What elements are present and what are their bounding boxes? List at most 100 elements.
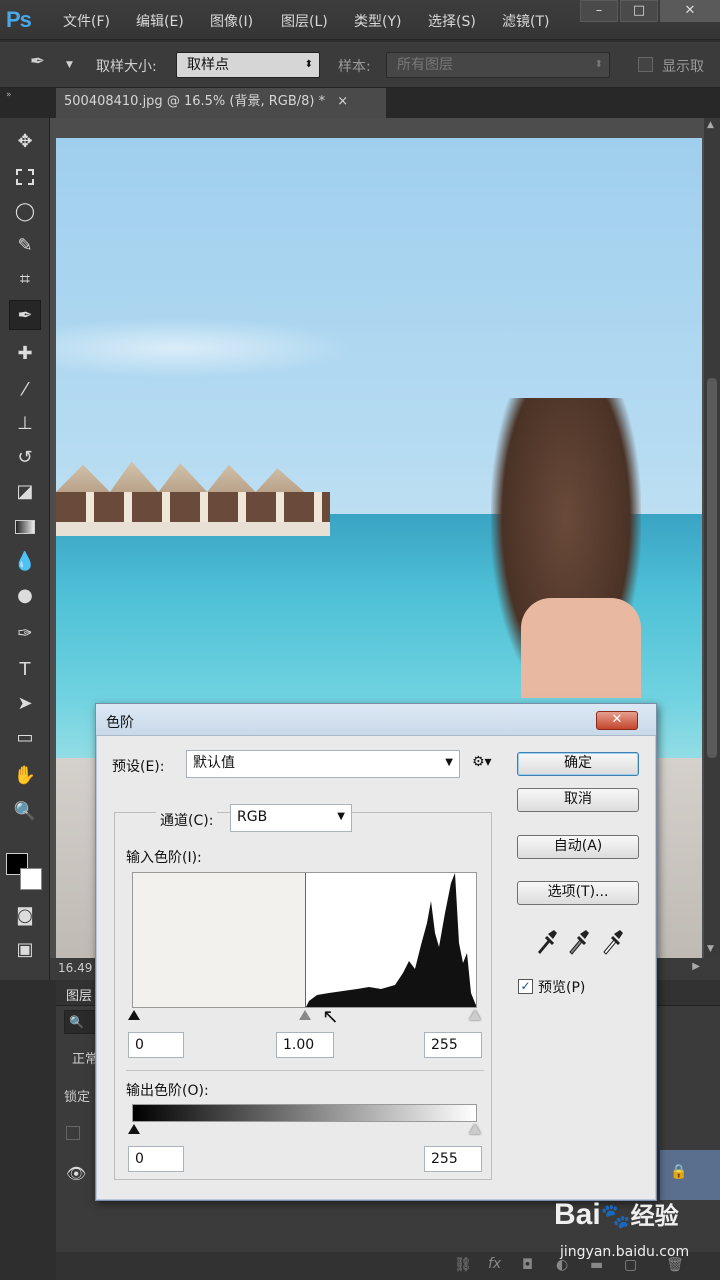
cloud: [56, 318, 356, 378]
path-selection-tool-icon[interactable]: ➤: [9, 688, 41, 718]
vertical-scrollbar[interactable]: ▲ ▼: [704, 118, 720, 958]
tools-panel: ✥ ◯ ✎ ⌗ ✒ ✚ ⁄ ⊥ ↺ ◪ 💧 ● ✑ T ➤ ▭ ✋ 🔍 ◙ ▣: [0, 118, 50, 980]
lasso-tool-icon[interactable]: ◯: [9, 196, 41, 226]
tab-close-icon[interactable]: ×: [337, 94, 348, 109]
marquee-tool-icon[interactable]: [9, 162, 41, 192]
input-white-field[interactable]: 255: [424, 1032, 482, 1058]
layer-selected-highlight: 🔒: [660, 1150, 720, 1200]
history-brush-tool-icon[interactable]: ↺: [9, 442, 41, 472]
document-tab[interactable]: 500408410.jpg @ 16.5% (背景, RGB/8) * ×: [56, 88, 386, 118]
zoom-readout[interactable]: 16.49: [58, 961, 92, 975]
options-button[interactable]: 选项(T)...: [517, 881, 639, 905]
scroll-up-icon[interactable]: ▲: [707, 120, 714, 130]
zoom-tool-icon[interactable]: 🔍: [9, 796, 41, 826]
document-tab-bar: » 500408410.jpg @ 16.5% (背景, RGB/8) * ×: [0, 88, 720, 118]
show-ring-checkbox[interactable]: [638, 57, 653, 72]
preview-checkbox[interactable]: ✓: [518, 979, 533, 994]
brush-tool-icon[interactable]: ⁄: [9, 374, 41, 404]
layer-checkbox[interactable]: [66, 1126, 80, 1140]
preview-label: 预览(P): [538, 980, 586, 996]
mouse-cursor-icon: ↖: [322, 1004, 339, 1028]
healing-brush-tool-icon[interactable]: ✚: [9, 338, 41, 368]
output-white-slider[interactable]: [469, 1124, 481, 1134]
output-black-slider[interactable]: [128, 1124, 140, 1134]
menu-layer[interactable]: 图层(L): [281, 11, 328, 31]
dialog-title: 色阶: [106, 715, 134, 731]
baidu-watermark: Bai🐾经验 jingyan.baidu.com: [554, 1196, 714, 1276]
lock-label: 锁定: [64, 1090, 91, 1105]
panel-collapse-icon[interactable]: »: [6, 90, 12, 100]
rectangle-tool-icon[interactable]: ▭: [9, 722, 41, 752]
scrollbar-thumb[interactable]: [707, 378, 717, 758]
tool-preset-chevron-icon[interactable]: ▼: [66, 60, 73, 70]
input-gamma-slider[interactable]: [299, 1010, 311, 1020]
output-gradient: [132, 1104, 477, 1122]
gradient-tool-icon[interactable]: [9, 512, 41, 542]
menu-bar: Ps 文件(F) 编辑(E) 图像(I) 图层(L) 类型(Y) 选择(S) 滤…: [0, 0, 720, 40]
input-levels-label: 输入色阶(I):: [126, 850, 202, 866]
status-arrow-icon[interactable]: ▶: [692, 961, 700, 972]
chevron-down-icon: ▼: [337, 811, 345, 822]
ps-logo: Ps: [6, 7, 32, 32]
preset-value: 默认值: [193, 755, 235, 771]
preset-label: 预设(E):: [112, 759, 165, 775]
input-black-field[interactable]: 0: [128, 1032, 184, 1058]
output-black-field[interactable]: 0: [128, 1146, 184, 1172]
watermark-url: jingyan.baidu.com: [560, 1244, 690, 1260]
photoshop-window: Ps 文件(F) 编辑(E) 图像(I) 图层(L) 类型(Y) 选择(S) 滤…: [0, 0, 720, 1280]
type-tool-icon[interactable]: T: [9, 654, 41, 684]
window-close-button[interactable]: ✕: [660, 0, 720, 22]
scroll-down-icon[interactable]: ▼: [707, 944, 714, 954]
background-color-swatch[interactable]: [20, 868, 42, 890]
watermark-brand: Bai: [554, 1198, 601, 1231]
dialog-close-button[interactable]: ✕: [596, 711, 638, 730]
menu-filter[interactable]: 滤镜(T): [502, 11, 549, 31]
channel-select[interactable]: RGB ▼: [230, 804, 352, 832]
add-mask-icon[interactable]: ◘: [522, 1257, 533, 1273]
hand-tool-icon[interactable]: ✋: [9, 760, 41, 790]
input-white-slider[interactable]: [469, 1010, 481, 1020]
dialog-title-bar[interactable]: 色阶 ✕: [96, 704, 656, 736]
fx-icon[interactable]: fx: [488, 1256, 501, 1272]
options-bar: ✒ ▼ 取样大小: 取样点 ⬍ 样本: 所有图层 ⬍ 显示取: [0, 42, 720, 88]
gray-point-eyedropper-icon[interactable]: [566, 928, 590, 956]
blur-tool-icon[interactable]: 💧: [9, 546, 41, 576]
eraser-tool-icon[interactable]: ◪: [9, 476, 41, 506]
sample-select[interactable]: 所有图层 ⬍: [386, 52, 610, 78]
channel-value: RGB: [237, 809, 268, 825]
white-point-eyedropper-icon[interactable]: [600, 928, 624, 956]
black-point-eyedropper-icon[interactable]: [534, 928, 558, 956]
menu-select[interactable]: 选择(S): [428, 11, 476, 31]
link-layers-icon[interactable]: ⛓: [454, 1257, 472, 1273]
menu-edit[interactable]: 编辑(E): [136, 11, 184, 31]
sample-size-value: 取样点: [187, 57, 229, 73]
screen-mode-icon[interactable]: ▣: [9, 934, 41, 964]
layer-visibility-eye-icon[interactable]: 👁: [66, 1164, 86, 1183]
dodge-tool-icon[interactable]: ●: [9, 580, 41, 610]
sample-size-select[interactable]: 取样点 ⬍: [176, 52, 320, 78]
levels-dialog: 色阶 ✕ 预设(E): 默认值 ▼ ⚙▾ 通道(C): RGB ▼ 输入色阶(I…: [95, 703, 657, 1201]
maximize-button[interactable]: □: [620, 0, 658, 22]
eyedropper-tool-icon[interactable]: ✒: [30, 51, 45, 72]
crop-tool-icon[interactable]: ⌗: [9, 264, 41, 294]
auto-button[interactable]: 自动(A): [517, 835, 639, 859]
eyedropper-tool-icon[interactable]: ✒: [9, 300, 41, 330]
clone-stamp-tool-icon[interactable]: ⊥: [9, 408, 41, 438]
quick-mask-icon[interactable]: ◙: [9, 900, 41, 930]
input-black-slider[interactable]: [128, 1010, 140, 1020]
preset-select[interactable]: 默认值 ▼: [186, 750, 460, 778]
menu-image[interactable]: 图像(I): [210, 11, 253, 31]
layers-tab[interactable]: 图层: [66, 985, 92, 1004]
input-gamma-field[interactable]: 1.00: [276, 1032, 334, 1058]
menu-type[interactable]: 类型(Y): [354, 11, 401, 31]
quick-selection-tool-icon[interactable]: ✎: [9, 230, 41, 260]
move-tool-icon[interactable]: ✥: [9, 126, 41, 156]
minimize-button[interactable]: –: [580, 0, 618, 22]
output-white-field[interactable]: 255: [424, 1146, 482, 1172]
ok-button[interactable]: 确定: [517, 752, 639, 776]
pen-tool-icon[interactable]: ✑: [9, 618, 41, 648]
cancel-button[interactable]: 取消: [517, 788, 639, 812]
menu-file[interactable]: 文件(F): [63, 11, 110, 31]
histogram: [132, 872, 477, 1008]
preset-gear-icon[interactable]: ⚙▾: [472, 754, 492, 770]
